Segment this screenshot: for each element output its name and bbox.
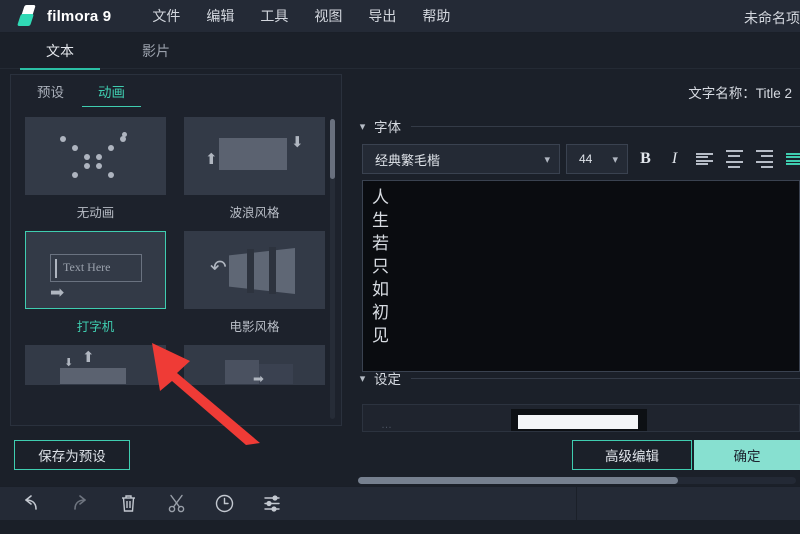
delete-icon[interactable]: [112, 492, 144, 516]
font-size-value: 44: [579, 152, 593, 166]
save-as-preset-button[interactable]: 保存为预设: [14, 440, 130, 470]
typewriter-sample-box: Text Here: [50, 254, 142, 282]
menu-item-tools[interactable]: 工具: [247, 2, 301, 30]
toolbar-divider: [576, 486, 577, 520]
section-divider: [411, 377, 800, 379]
typewriter-sample-text: Text Here: [63, 260, 111, 274]
setting-row-ghost-text: …: [381, 419, 392, 431]
italic-button[interactable]: I: [663, 146, 686, 172]
menu-item-view[interactable]: 视图: [301, 2, 355, 30]
preset-label: 电影风格: [229, 320, 280, 334]
text-line: 初: [372, 303, 389, 322]
menu-item-export[interactable]: 导出: [355, 2, 409, 30]
preset-label: 无动画: [76, 206, 115, 220]
font-family-select[interactable]: 经典繁毛楷 ▾: [362, 144, 560, 174]
preset-label: 打字机: [76, 320, 115, 334]
filmora-text-editor-window: filmora 9 文件 编辑 工具 视图 导出 帮助 未命名项 文本 影片 预…: [0, 0, 800, 534]
text-line: 人: [372, 188, 389, 207]
advanced-edit-button[interactable]: 高级编辑: [572, 440, 692, 470]
preset-item-typewriter[interactable]: Text Here ➡ 打字机: [25, 231, 166, 334]
setting-section-header[interactable]: ▾ 设定: [356, 368, 800, 388]
typewriter-icon: Text Here ➡: [25, 231, 166, 309]
text-line: 见: [372, 326, 389, 345]
text-line: 生: [372, 211, 389, 230]
timeline-strip[interactable]: [0, 520, 800, 534]
setting-section-title: 设定: [374, 372, 401, 387]
rise-up-icon: ⬆ ⬇: [25, 345, 166, 385]
text-name-value: Title 2: [755, 86, 792, 101]
text-name-label: 文字名称：: [688, 86, 756, 101]
menu-items: 文件 编辑 工具 视图 导出 帮助: [139, 2, 463, 30]
annotation-arrow-icon: [152, 343, 260, 445]
settings-panel: 文字名称：Title 2 ▾ 字体 经典繁毛楷 ▾ 44 ▾ B I 人 生 若…: [350, 74, 800, 484]
align-justify-icon[interactable]: [782, 146, 800, 172]
preset-item-rise[interactable]: ⬆ ⬇: [25, 345, 166, 385]
preset-scrollbar-thumb[interactable]: [330, 119, 335, 179]
dialog-action-row: 保存为预设 高级编辑 确定: [0, 432, 800, 482]
font-section-header[interactable]: ▾ 字体: [356, 116, 800, 136]
main-tabstrip: 文本 影片: [0, 33, 800, 70]
cut-icon[interactable]: [160, 492, 192, 516]
tab-movie[interactable]: 影片: [108, 33, 204, 61]
subtab-animation[interactable]: 动画: [82, 81, 141, 107]
align-center-icon[interactable]: [722, 146, 746, 172]
section-divider: [411, 125, 800, 127]
filmora-diamond-icon: [17, 5, 40, 27]
chevron-down-icon: ▾: [359, 120, 366, 133]
menu-item-help[interactable]: 帮助: [409, 2, 463, 30]
align-left-icon[interactable]: [692, 146, 716, 172]
subtab-preset-label: 预设: [37, 84, 64, 100]
chevron-down-icon: ▾: [359, 372, 366, 385]
app-logo: filmora 9: [17, 5, 112, 27]
text-name-row: 文字名称：Title 2: [688, 82, 792, 102]
dotted-x-icon: [25, 117, 166, 195]
confirm-button[interactable]: 确定: [694, 440, 800, 470]
preset-item-film-style[interactable]: ↶ 电影风格: [184, 231, 325, 334]
bottom-toolbar: [0, 486, 800, 520]
text-content-input[interactable]: 人 生 若 只 如 初 见: [362, 180, 800, 372]
menu-item-file[interactable]: 文件: [139, 2, 193, 30]
clock-icon[interactable]: [208, 492, 240, 516]
setting-value-field[interactable]: [518, 415, 638, 429]
redo-icon[interactable]: [64, 492, 96, 516]
project-title: 未命名项: [744, 10, 800, 26]
preset-item-wave-style[interactable]: ⬆ ⬇ 波浪风格: [184, 117, 325, 220]
align-right-icon[interactable]: [752, 146, 776, 172]
text-line: 如: [372, 280, 389, 299]
tab-movie-label: 影片: [142, 43, 170, 59]
text-line: 若: [372, 234, 389, 253]
bold-button[interactable]: B: [634, 146, 657, 172]
film-reel-icon: ↶: [184, 231, 325, 309]
subtab-preset[interactable]: 预设: [37, 81, 64, 104]
subtab-animation-label: 动画: [98, 84, 125, 100]
settings-sliders-icon[interactable]: [256, 492, 288, 516]
preset-subtabs: 预设 动画: [11, 75, 341, 109]
tab-text[interactable]: 文本: [12, 33, 108, 70]
setting-row-clipped: …: [362, 404, 800, 432]
chevron-down-icon: ▾: [612, 154, 618, 166]
menu-bar: filmora 9 文件 编辑 工具 视图 导出 帮助 未命名项: [0, 0, 800, 33]
font-controls-row: 经典繁毛楷 ▾ 44 ▾ B I: [362, 144, 800, 174]
preset-item-no-animation[interactable]: 无动画: [25, 117, 166, 220]
tab-text-label: 文本: [46, 43, 74, 59]
preset-label: 波浪风格: [229, 206, 280, 220]
font-size-select[interactable]: 44 ▾: [566, 144, 628, 174]
font-section-title: 字体: [374, 120, 401, 135]
undo-icon[interactable]: [16, 492, 48, 516]
chevron-down-icon: ▾: [544, 154, 550, 166]
wave-arrows-icon: ⬆ ⬇: [184, 117, 325, 195]
tab-active-underline: [20, 68, 100, 70]
text-line: 只: [372, 257, 389, 276]
text-caret-icon: [55, 259, 57, 278]
brand-label: filmora 9: [47, 7, 112, 25]
text-content-vertical: 人 生 若 只 如 初 见: [372, 187, 790, 348]
subtab-active-underline: [82, 105, 141, 107]
font-family-value: 经典繁毛楷: [375, 152, 441, 168]
menu-item-edit[interactable]: 编辑: [193, 2, 247, 30]
